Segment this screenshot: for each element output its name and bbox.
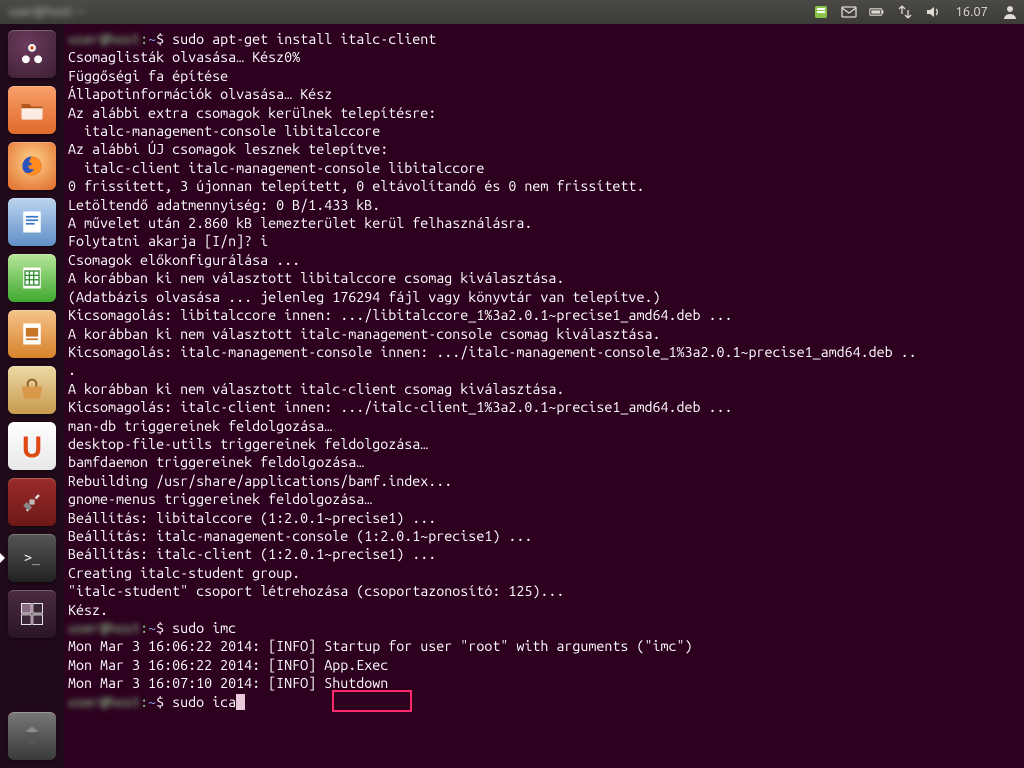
output-line: desktop-file-utils triggereinek feldolgo… (68, 436, 428, 452)
workspace-switcher-icon[interactable] (6, 588, 58, 640)
output-line: A korábban ki nem választott italc-clien… (68, 381, 564, 397)
clock[interactable]: 16.07 (947, 0, 996, 24)
terminal-cursor (236, 694, 245, 710)
ubuntu-one-icon[interactable]: U (6, 420, 58, 472)
output-line: Az alábbi ÚJ csomagok lesznek telepítve: (68, 141, 388, 157)
command-2: sudo imc (172, 620, 236, 636)
software-updater-indicator[interactable] (807, 0, 835, 24)
mail-indicator[interactable] (835, 0, 863, 24)
command-1: sudo apt-get install italc-client (172, 31, 436, 47)
libreoffice-writer-icon[interactable] (6, 196, 58, 248)
sound-indicator[interactable] (919, 0, 947, 24)
terminal-icon[interactable]: >_ (6, 532, 58, 584)
output-line: Csomagok előkonfigurálása ... (68, 252, 300, 268)
output-line: bamfdaemon triggereinek feldolgozása… (68, 454, 364, 470)
output-line: . (68, 362, 76, 378)
network-indicator[interactable] (891, 0, 919, 24)
battery-indicator[interactable] (863, 0, 891, 24)
output-line: italc-management-console libitalccore (68, 123, 380, 139)
output-line: Folytatni akarja [I/n]? i (68, 233, 268, 249)
output-line: Mon Mar 3 16:06:22 2014: [INFO] Startup … (68, 638, 692, 654)
output-line: Kicsomagolás: libitalccore innen: .../li… (68, 307, 733, 323)
prompt-path: ~ (148, 31, 156, 47)
trash-icon[interactable] (6, 710, 58, 762)
output-line: A művelet után 2.860 kB lemezterület ker… (68, 215, 532, 231)
output-line: Az alábbi extra csomagok kerülnek telepí… (68, 105, 436, 121)
output-line: Mon Mar 3 16:06:22 2014: [INFO] App.Exec (68, 657, 388, 673)
unity-launcher: U >_ (0, 24, 64, 768)
output-line: (Adatbázis olvasása ... jelenleg 176294 … (68, 289, 660, 305)
libreoffice-calc-icon[interactable] (6, 252, 58, 304)
firefox-icon[interactable] (6, 140, 58, 192)
output-line: man-db triggereinek feldolgozása… (68, 418, 332, 434)
prompt-path: ~ (148, 694, 156, 710)
output-line: "italc-student" csoport létrehozása (cso… (68, 583, 564, 599)
dash-icon[interactable] (6, 28, 58, 80)
output-line: Kész. (68, 602, 108, 618)
files-icon[interactable] (6, 84, 58, 136)
output-line: Állapotinformációk olvasása… Kész (68, 86, 332, 102)
output-line: A korábban ki nem választott libitalccor… (68, 270, 564, 286)
output-line: Beállítás: libitalccore (1:2.0.1~precise… (68, 510, 436, 526)
top-panel: user@host: ~ 16.07 (0, 0, 1024, 24)
session-indicator[interactable] (996, 0, 1024, 24)
software-center-icon[interactable] (6, 364, 58, 416)
output-line: Rebuilding /usr/share/applications/bamf.… (68, 473, 452, 489)
prompt-user: user@host (68, 694, 140, 710)
terminal-window[interactable]: user@host:~$ sudo apt-get install italc-… (64, 24, 1024, 768)
output-line: Beállítás: italc-client (1:2.0.1~precise… (68, 546, 436, 562)
output-line: Creating italc-student group. (68, 565, 300, 581)
output-line: Mon Mar 3 16:07:10 2014: [INFO] Shutdown (68, 675, 388, 691)
output-line: gnome-menus triggereinek feldolgozása… (68, 491, 372, 507)
command-3-current: sudo ica (172, 694, 236, 710)
output-line: Kicsomagolás: italc-management-console i… (68, 344, 917, 360)
output-line: Beállítás: italc-management-console (1:2… (68, 528, 532, 544)
output-line: Letöltendő adatmennyiség: 0 B/1.433 kB. (68, 197, 380, 213)
output-line: Csomaglisták olvasása… Kész0% (68, 49, 300, 65)
output-line: Függőségi fa építése (68, 68, 228, 84)
system-settings-icon[interactable] (6, 476, 58, 528)
output-line: A korábban ki nem választott italc-manag… (68, 326, 660, 342)
prompt-user: user@host (68, 31, 140, 47)
output-line: Kicsomagolás: italc-client innen: .../it… (68, 399, 733, 415)
prompt-user: user@host (68, 620, 140, 636)
output-line: italc-client italc-management-console li… (68, 160, 484, 176)
prompt-path: ~ (148, 620, 156, 636)
output-line: 0 frissített, 3 újonnan telepített, 0 el… (68, 178, 644, 194)
libreoffice-impress-icon[interactable] (6, 308, 58, 360)
window-title: user@host: ~ (0, 5, 85, 19)
